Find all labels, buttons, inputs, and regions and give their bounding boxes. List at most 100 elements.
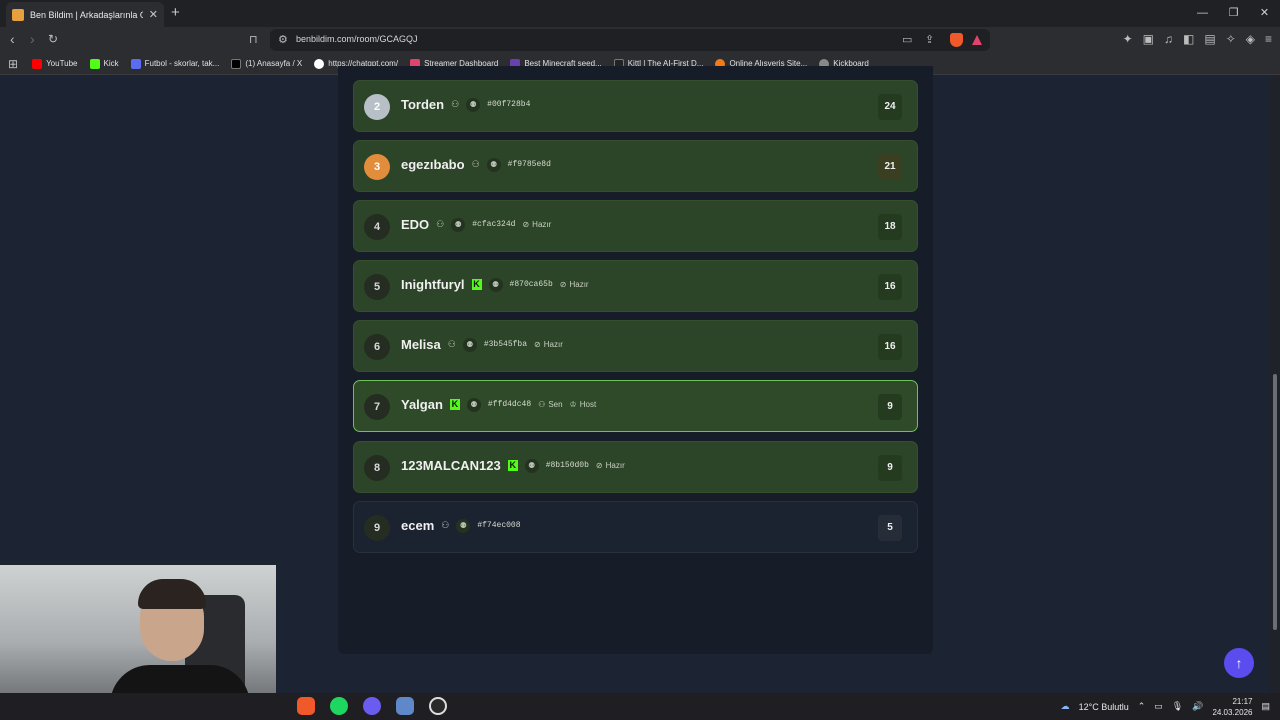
user-icon: ⚇ [538, 400, 546, 409]
extensions-icon[interactable]: ✦ [1123, 32, 1133, 46]
vpn-icon[interactable]: ◈ [1246, 32, 1255, 46]
spotify-taskbar-icon[interactable] [330, 697, 348, 715]
bookmark-youtube[interactable]: YouTube [32, 58, 78, 69]
bookmark-label: (1) Anasayfa / X [245, 59, 303, 68]
discord-taskbar-icon[interactable] [363, 697, 381, 715]
browser-tab[interactable]: Ben Bildim | Arkadaşlarınla Online ✕ [6, 2, 164, 27]
player-info: ecem ⚇ ⚉ #f74ec008 [401, 518, 521, 533]
score-badge: 21 [878, 154, 902, 180]
apps-grid-icon[interactable]: ⊞ [8, 57, 18, 71]
status-badge: ⊘ Hazır [522, 220, 551, 229]
url-text[interactable]: benbildim.com/room/GCAGQJ [296, 34, 418, 44]
sidebar-icon[interactable]: ◧ [1183, 32, 1194, 46]
page-scrollbar[interactable] [1270, 76, 1280, 693]
close-window-icon[interactable]: ✕ [1249, 0, 1280, 27]
new-tab-button[interactable]: + [171, 4, 180, 21]
kick-icon: K [471, 279, 482, 290]
add-friend-icon[interactable]: ⚉ [466, 97, 481, 112]
status-label: Hazır [532, 220, 552, 229]
check-circle-icon: ⊘ [534, 340, 541, 349]
futbol-icon [130, 58, 141, 69]
network-icon[interactable]: ▭ [1154, 701, 1163, 712]
weather-text[interactable]: 12°C Bulutlu [1079, 702, 1129, 712]
host-label: Host [579, 400, 597, 409]
add-friend-icon[interactable]: ⚉ [462, 337, 477, 352]
brave-shield-icon[interactable] [950, 33, 963, 47]
add-friend-icon[interactable]: ⚉ [486, 157, 501, 172]
address-bar[interactable]: ⚙ benbildim.com/room/GCAGQJ ▭ ⇪ [270, 29, 990, 51]
rank-badge: 6 [364, 334, 390, 360]
player-name: EDO [401, 217, 430, 232]
browser-toolbar: ‹ › ↻ ⊓ ⚙ benbildim.com/room/GCAGQJ ▭ ⇪ … [0, 27, 1280, 53]
score-badge: 5 [878, 515, 902, 541]
weather-icon[interactable]: ☁ [1061, 701, 1070, 712]
score-badge: 24 [878, 94, 902, 120]
back-icon[interactable]: ‹ [10, 31, 15, 47]
bookmark-icon[interactable]: ⊓ [249, 33, 258, 46]
scroll-to-top-button[interactable]: ↑ [1224, 648, 1254, 678]
you-badge: ⚇ Sen [538, 400, 562, 409]
forward-icon[interactable]: › [30, 31, 35, 47]
clock-time: 21:17 [1232, 696, 1253, 706]
player-info: Inightfuryl K ⚉ #870ca65b ⊘ Hazır [401, 277, 589, 292]
leaderboard-row: 9 ecem ⚇ ⚉ #f74ec008 5 [353, 501, 918, 553]
player-info: Torden ⚇ ⚉ #00f728b4 [401, 97, 530, 112]
reload-icon[interactable]: ↻ [48, 32, 58, 46]
tray-chevron-icon[interactable]: ⌃ [1138, 701, 1146, 712]
leaderboard-row: 8 123MALCAN123 K ⚉ #8b150d0b ⊘ Hazır 9 [353, 441, 918, 493]
clock[interactable]: 21:17 24.03.2026 [1212, 696, 1252, 718]
user-icon: ⚇ [447, 339, 456, 349]
site-info-icon[interactable]: ⚙ [278, 33, 288, 46]
microphone-icon[interactable]: 🎙 [1172, 701, 1183, 712]
player-hash: #f9785e8d [507, 160, 551, 169]
streamer-hair [138, 579, 206, 609]
site-favicon-icon [12, 8, 24, 21]
brave-taskbar-icon[interactable] [297, 697, 315, 715]
add-friend-icon[interactable]: ⚉ [466, 397, 481, 412]
score-badge: 18 [878, 214, 902, 240]
cast-icon[interactable]: ▭ [902, 33, 912, 46]
system-tray: ☁ 12°C Bulutlu ⌃ ▭ 🎙 🔊 21:17 24.03.2026 … [1061, 693, 1270, 720]
player-hash: #00f728b4 [487, 100, 531, 109]
minimize-icon[interactable]: — [1187, 0, 1218, 27]
bookmark-kick[interactable]: Kick [89, 58, 119, 69]
media-icon[interactable]: ♫ [1164, 32, 1173, 46]
share-icon[interactable]: ⇪ [925, 33, 934, 46]
add-friend-icon[interactable]: ⚉ [456, 518, 471, 533]
player-hash: #3b545fba [483, 340, 528, 349]
player-name: Melisa [401, 337, 441, 352]
obs-taskbar-icon[interactable] [429, 697, 447, 715]
close-tab-icon[interactable]: ✕ [149, 8, 158, 21]
player-info: egezıbabo ⚇ ⚉ #f9785e8d [401, 157, 551, 172]
leaderboard-row: 4 EDO ⚇ ⚉ #cfac324d ⊘ Hazır 18 [353, 200, 918, 252]
rank-badge: 9 [364, 515, 390, 541]
wallet-icon[interactable]: ▣ [1143, 32, 1154, 46]
score-badge: 9 [878, 455, 902, 481]
add-friend-icon[interactable]: ⚉ [524, 458, 539, 473]
player-name: Inightfuryl [401, 277, 465, 292]
status-badge: ⊘ Hazır [534, 340, 563, 349]
maximize-icon[interactable]: ❐ [1218, 0, 1249, 27]
player-name: egezıbabo [401, 157, 465, 172]
player-name: 123MALCAN123 [401, 458, 501, 473]
bookmark-futbol[interactable]: Futbol - skorlar, tak... [130, 58, 219, 69]
app-taskbar-icon[interactable] [396, 697, 414, 715]
notification-icon[interactable]: ▤ [1261, 701, 1270, 712]
leo-ai-icon[interactable]: ✧ [1226, 32, 1236, 46]
add-friend-icon[interactable]: ⚉ [488, 277, 503, 292]
volume-icon[interactable]: 🔊 [1192, 701, 1203, 712]
add-friend-icon[interactable]: ⚉ [451, 217, 466, 232]
tab-bar: Ben Bildim | Arkadaşlarınla Online ✕ + —… [0, 0, 1280, 27]
user-icon: ⚇ [436, 219, 445, 229]
user-icon: ⚇ [471, 159, 480, 169]
leaderboard-panel: 2 Torden ⚇ ⚉ #00f728b4 24 3 egezıbabo ⚇ ⚉ #f9785e8… [338, 66, 933, 654]
bookmark-label: YouTube [46, 59, 78, 68]
menu-icon[interactable]: ≡ [1265, 32, 1272, 46]
windows-taskbar: ☁ 12°C Bulutlu ⌃ ▭ 🎙 🔊 21:17 24.03.2026 … [0, 693, 1280, 720]
brave-rewards-icon[interactable] [972, 35, 982, 45]
wallet-panel-icon[interactable]: ▤ [1204, 32, 1215, 46]
check-circle-icon: ⊘ [559, 280, 567, 289]
bookmark-x[interactable]: (1) Anasayfa / X [231, 58, 303, 69]
kick-icon: K [507, 460, 518, 471]
scrollbar-thumb[interactable] [1273, 374, 1277, 630]
